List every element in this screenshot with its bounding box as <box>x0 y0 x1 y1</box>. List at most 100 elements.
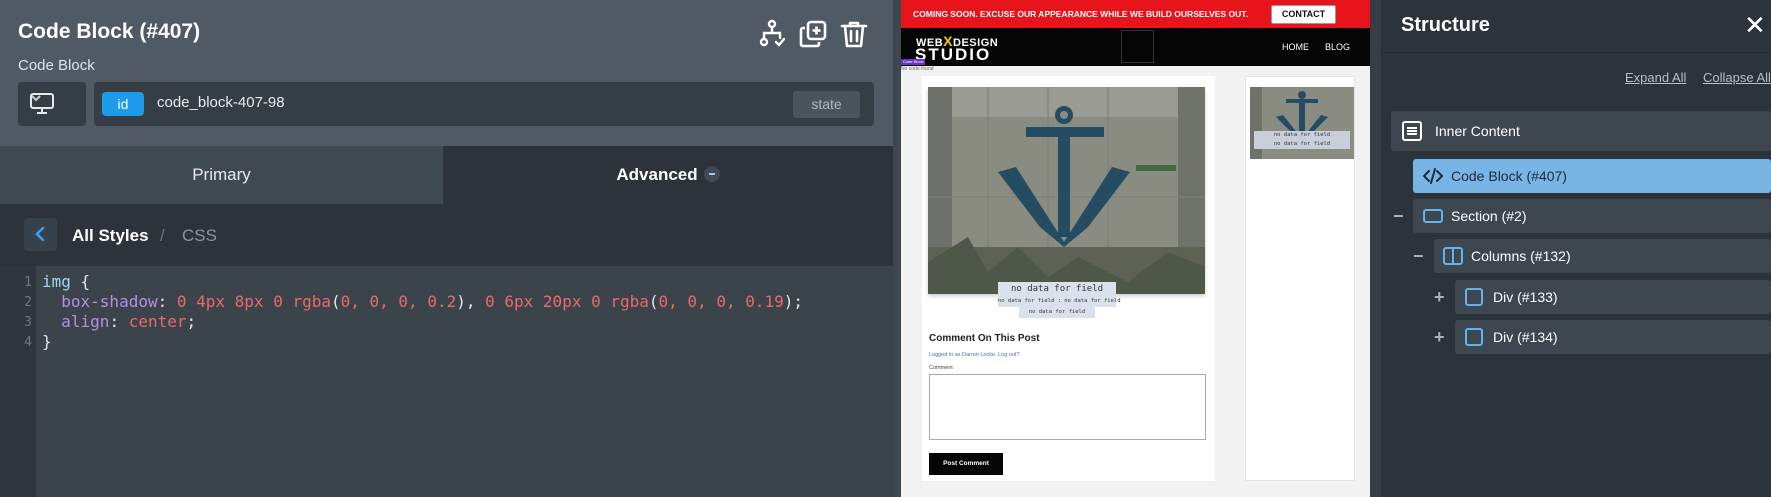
page-preview[interactable]: COMING SOON. EXCUSE OUR APPEARANCE WHILE… <box>901 0 1370 497</box>
structure-toolbar: Expand All Collapse All <box>1381 53 1771 98</box>
preview-scrollbar-strip[interactable] <box>1370 0 1381 497</box>
line-number: 2 <box>24 295 32 310</box>
css-brace: } <box>42 332 52 351</box>
breadcrumb-separator: / <box>160 226 165 245</box>
element-title: Code Block (#407) <box>18 20 201 43</box>
nav-link-home[interactable]: HOME <box>1282 42 1309 52</box>
section-icon <box>1423 209 1443 223</box>
id-value[interactable]: code_block-407-98 <box>157 94 285 111</box>
code-icon <box>1423 168 1443 184</box>
id-field[interactable]: id code_block-407-98 state <box>94 82 874 126</box>
css-code-editor[interactable]: 1 2 3 4 img { box-shadow: 0 4px 8px 0 rg… <box>0 266 893 497</box>
no-data-small: no data for field <box>998 298 1055 304</box>
preview-navbar: WEBXDESIGN STUDIO HOME BLOG <box>901 28 1370 66</box>
code-line: box-shadow: 0 4px 8px 0 rgba(0, 0, 0, 0.… <box>42 292 803 311</box>
line-number-gutter: 1 2 3 4 <box>0 266 36 497</box>
breadcrumb: All Styles / CSS <box>0 204 893 266</box>
css-selector: img <box>42 272 71 291</box>
line-number: 1 <box>24 275 32 290</box>
no-data-row: no data for field : no data for field <box>998 296 1121 307</box>
collapse-all-link[interactable]: Collapse All <box>1703 70 1771 85</box>
app-window: Code Block (#407) Code Block id code_blo… <box>0 0 1771 497</box>
css-value: center <box>128 312 187 331</box>
nav-link-blog[interactable]: BLOG <box>1325 42 1350 52</box>
duplicate-icon[interactable] <box>797 18 829 50</box>
css-colon: : <box>109 312 129 331</box>
collapse-toggle-icon[interactable]: − <box>1393 207 1404 225</box>
css-args: 0, 0, 0, 0.2 <box>340 292 457 311</box>
tab-primary[interactable]: Primary <box>0 146 443 204</box>
device-selector[interactable] <box>18 82 86 126</box>
tree-item-label: Section (#2) <box>1451 208 1527 224</box>
selected-element-tag: Code Block <box>901 59 926 65</box>
no-code-notice: No code found <box>901 66 934 72</box>
tab-advanced-label: Advanced <box>616 165 698 184</box>
css-property: box-shadow <box>61 292 158 311</box>
nav-placeholder-box <box>1121 30 1154 63</box>
tree-item-inner-content[interactable]: Inner Content <box>1391 111 1771 151</box>
chevron-down-icon <box>31 95 41 102</box>
tree-item-label: Code Block (#407) <box>1451 168 1567 184</box>
id-badge: id <box>102 92 144 116</box>
tree-item-columns[interactable]: Columns (#132) <box>1434 239 1771 273</box>
breadcrumb-all-styles[interactable]: All Styles <box>72 226 149 246</box>
side-no-data: no data for field <box>1254 131 1350 140</box>
css-args: 0, 0, 0, 0.19 <box>658 292 784 311</box>
tree-item-section[interactable]: Section (#2) <box>1413 199 1771 233</box>
css-semicolon: ; <box>186 312 197 331</box>
panel-divider[interactable] <box>893 0 901 497</box>
tree-item-label: Div (#134) <box>1493 329 1558 345</box>
banner-text: COMING SOON. EXCUSE OUR APPEARANCE WHILE… <box>913 9 1248 19</box>
element-subtitle: Code Block <box>18 57 95 74</box>
state-button[interactable]: state <box>793 91 860 118</box>
side-no-data: no data for field <box>1254 140 1350 149</box>
css-paren: ( <box>330 292 341 311</box>
featured-image[interactable] <box>928 87 1205 294</box>
comment-textarea[interactable] <box>929 374 1206 440</box>
structure-tree-icon[interactable] <box>756 18 788 50</box>
structure-title: Structure <box>1401 14 1490 36</box>
css-value: 0 6px 20px 0 <box>485 292 611 311</box>
css-paren: ( <box>648 292 659 311</box>
div-icon <box>1465 288 1483 306</box>
logged-in-link[interactable]: Logged in as Darren Locke. Log out? <box>929 352 1020 358</box>
code-line: img { <box>42 272 90 291</box>
no-data-small: no data for field <box>1019 307 1095 318</box>
close-icon[interactable]: ✕ <box>1744 12 1766 38</box>
panel-tabs: Primary Advanced <box>0 146 893 204</box>
css-function: rgba <box>292 292 331 311</box>
css-paren: ); <box>783 292 804 311</box>
tree-item-div-134[interactable]: Div (#134) <box>1455 320 1771 354</box>
tree-item-label: Inner Content <box>1435 123 1520 139</box>
expand-all-link[interactable]: Expand All <box>1625 70 1686 85</box>
preview-banner: COMING SOON. EXCUSE OUR APPEARANCE WHILE… <box>901 0 1370 28</box>
expand-toggle-icon[interactable]: + <box>1434 288 1445 306</box>
no-data-small: no data for field <box>1064 298 1121 304</box>
columns-icon <box>1443 247 1463 265</box>
chevron-left-icon <box>35 226 45 242</box>
tree-item-div-133[interactable]: Div (#133) <box>1455 280 1771 314</box>
css-function: rgba <box>610 292 649 311</box>
css-colon: : <box>157 292 177 311</box>
collapse-badge-icon[interactable] <box>703 165 720 182</box>
tree-item-code-block[interactable]: Code Block (#407) <box>1413 159 1771 193</box>
tree-item-label: Div (#133) <box>1493 289 1558 305</box>
structure-panel: Structure ✕ Expand All Collapse All Inne… <box>1381 0 1771 497</box>
trash-icon[interactable] <box>838 18 870 50</box>
no-data-main: no data for field <box>998 282 1116 296</box>
back-button[interactable] <box>24 218 57 251</box>
post-comment-button[interactable]: Post Comment <box>929 453 1003 475</box>
contact-button[interactable]: CONTACT <box>1271 5 1336 24</box>
css-brace: { <box>70 272 91 291</box>
element-header: Code Block (#407) Code Block id code_blo… <box>0 0 893 146</box>
css-value: 0 4px 8px 0 <box>176 292 293 311</box>
inner-content-icon <box>1402 121 1422 141</box>
comment-label: Comment <box>929 365 953 371</box>
collapse-toggle-icon[interactable]: − <box>1413 247 1424 265</box>
div-icon <box>1465 328 1483 346</box>
expand-toggle-icon[interactable]: + <box>1434 328 1445 346</box>
tab-primary-label: Primary <box>192 165 251 184</box>
line-number: 3 <box>24 315 32 330</box>
tab-advanced[interactable]: Advanced <box>443 146 893 204</box>
structure-header: Structure ✕ <box>1381 0 1771 53</box>
